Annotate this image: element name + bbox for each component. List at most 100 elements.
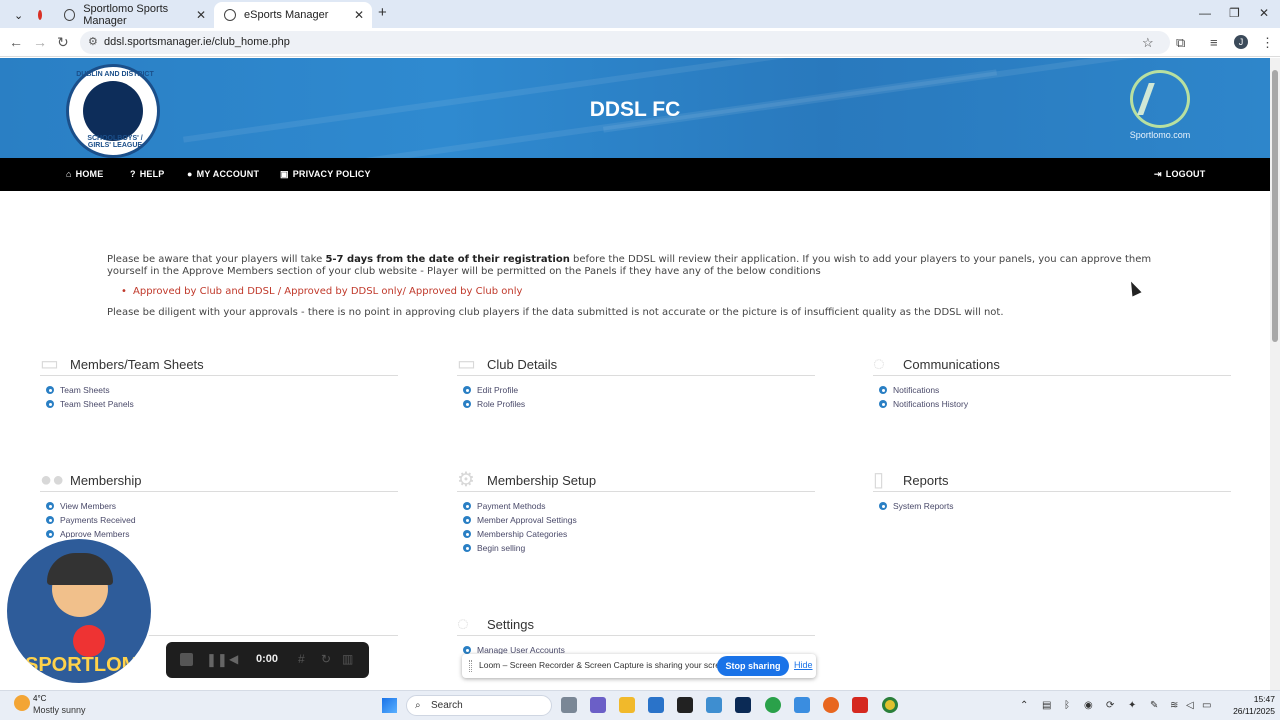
link-edit-profile[interactable]: Edit Profile [463,383,525,397]
link-notifications-history[interactable]: Notifications History [879,397,968,411]
system-clock[interactable]: 15:47 26/11/2025 [1221,693,1275,717]
nav-my-account[interactable]: ● MY ACCOUNT [187,158,259,191]
globe-icon [224,9,236,21]
sportlomo-logo [1130,70,1190,128]
pause-icon[interactable]: ❚❚ [206,652,228,668]
forward-icon[interactable]: → [33,34,47,50]
nav-help[interactable]: ? HELP [130,158,165,191]
drag-handle[interactable] [469,660,472,672]
sync-icon[interactable]: ⟳ [1106,700,1114,711]
address-bar[interactable]: ⚙ ddsl.sportsmanager.ie/club_home.php [80,31,1170,54]
link-payments-received[interactable]: Payments Received [46,513,136,527]
loom-control-bar: ❚❚ ◀ 0:00 # ↻ ▥ [166,642,369,678]
bluetooth-icon[interactable]: ᛒ [1064,700,1070,711]
url-text: ddsl.sportsmanager.ie/club_home.php [104,36,290,48]
section-title: Settings [487,617,534,632]
link-team-sheets[interactable]: Team Sheets [46,383,134,397]
link-team-sheet-panels[interactable]: Team Sheet Panels [46,397,134,411]
firefox-icon[interactable] [823,697,839,713]
close-icon[interactable]: ✕ [354,8,364,22]
question-icon: ? [130,169,136,179]
battery-icon[interactable]: ▭ [1202,700,1211,711]
link-notifications[interactable]: Notifications [879,383,968,397]
media-icon[interactable]: ≡ [1210,35,1218,50]
hide-link[interactable]: Hide [794,660,813,670]
new-tab-button[interactable]: + [378,4,387,21]
section-title: Reports [903,473,949,488]
teams-icon[interactable] [590,697,606,713]
link-begin-selling[interactable]: Begin selling [463,541,577,555]
chat-icon: ◌ [457,613,469,635]
crest-bottom-text: SCHOOLBOYS' / GIRLS' LEAGUE [87,135,143,149]
weather-temp: 4°C [33,694,47,703]
link-view-members[interactable]: View Members [46,499,136,513]
nav-logout[interactable]: ⇥ LOGOUT [1154,158,1205,191]
pen-icon[interactable]: ✎ [1150,700,1158,711]
tab-recording[interactable] [28,2,52,28]
home-icon: ⌂ [66,169,72,179]
tab-list-button[interactable]: ⌄ [4,2,24,28]
diligence-notice: Please be diligent with your approvals -… [107,307,1004,318]
snipping-icon[interactable] [706,697,722,713]
site-info-icon[interactable]: ⚙ [88,31,98,54]
logout-icon: ⇥ [1154,169,1162,179]
app-tray-icon-2[interactable]: ✦ [1128,700,1136,711]
maximize-button[interactable]: ❐ [1229,6,1240,20]
chrome-icon[interactable] [882,697,898,713]
link-payment-methods[interactable]: Payment Methods [463,499,577,513]
weather-icon[interactable] [14,695,30,711]
app-icon[interactable] [794,697,810,713]
stop-recording-button[interactable] [180,653,193,666]
extensions-icon[interactable]: ⧉ [1176,35,1185,51]
tab-label: eSports Manager [244,9,329,21]
restart-icon[interactable]: ↻ [321,652,331,666]
menu-icon[interactable]: ⋮ [1261,35,1274,51]
app-tray-icon[interactable]: ◉ [1084,700,1093,711]
link-role-profiles[interactable]: Role Profiles [463,397,525,411]
stop-sharing-button[interactable]: Stop sharing [717,656,789,676]
loom-camera-bubble[interactable]: SPORTLOMO [5,537,153,685]
tab-esports[interactable]: eSports Manager ✕ [214,2,372,28]
terminal-icon[interactable] [677,697,693,713]
chevron-up-icon[interactable]: ⌃ [1020,700,1028,711]
photoshop-icon[interactable] [735,697,751,713]
users-icon: ●● [40,469,65,491]
tab-sportlomo[interactable]: Sportlomo Sports Manager ✕ [54,2,214,28]
nav-privacy-policy[interactable]: ▣ PRIVACY POLICY [280,158,371,191]
speaker-icon[interactable]: ◀ [229,652,238,666]
keyboard-icon: ▭ [457,353,476,375]
wifi-icon[interactable]: ≋ [1170,700,1178,711]
scrollbar-thumb[interactable] [1272,70,1278,342]
photos-icon[interactable] [648,697,664,713]
close-icon[interactable]: ✕ [196,8,206,22]
league-crest-logo[interactable]: DUBLIN AND DISTRICT SCHOOLBOYS' / GIRLS'… [66,64,160,158]
back-icon[interactable]: ← [9,34,23,50]
bookmark-star-icon[interactable]: ☆ [1142,35,1154,51]
chevron-down-icon: ⌄ [14,9,24,22]
grid-icon[interactable]: # [298,652,305,666]
mascot-word: SPORTLOMO [25,654,153,676]
section-title: Communications [903,357,1000,372]
reload-icon[interactable]: ↻ [57,34,69,51]
link-member-approval-settings[interactable]: Member Approval Settings [463,513,577,527]
link-system-reports[interactable]: System Reports [879,499,953,513]
chat-app-icon[interactable] [765,697,781,713]
gears-icon: ⚙ [457,469,475,491]
section-title: Members/Team Sheets [70,357,204,372]
window-close-button[interactable]: ✕ [1259,6,1269,20]
registration-notice: Please be aware that your players will t… [107,254,1152,277]
link-membership-categories[interactable]: Membership Categories [463,527,577,541]
globe-icon [64,9,76,21]
file-explorer-icon[interactable] [619,697,635,713]
taskbar-search[interactable]: ⌕ Search [406,695,552,716]
browser-tab-bar: ⌄ Sportlomo Sports Manager ✕ eSports Man… [0,0,1280,28]
volume-icon[interactable]: ◁ [1186,700,1194,711]
windows-start-icon[interactable] [382,698,397,713]
acrobat-icon[interactable] [852,697,868,713]
profile-avatar[interactable]: J [1234,35,1248,49]
trash-icon[interactable]: ▥ [342,652,353,666]
network-tray-icon[interactable]: ▤ [1042,700,1051,711]
nav-home[interactable]: ⌂ HOME [66,158,103,191]
task-view-icon[interactable] [561,697,577,713]
minimize-button[interactable]: — [1199,6,1211,20]
